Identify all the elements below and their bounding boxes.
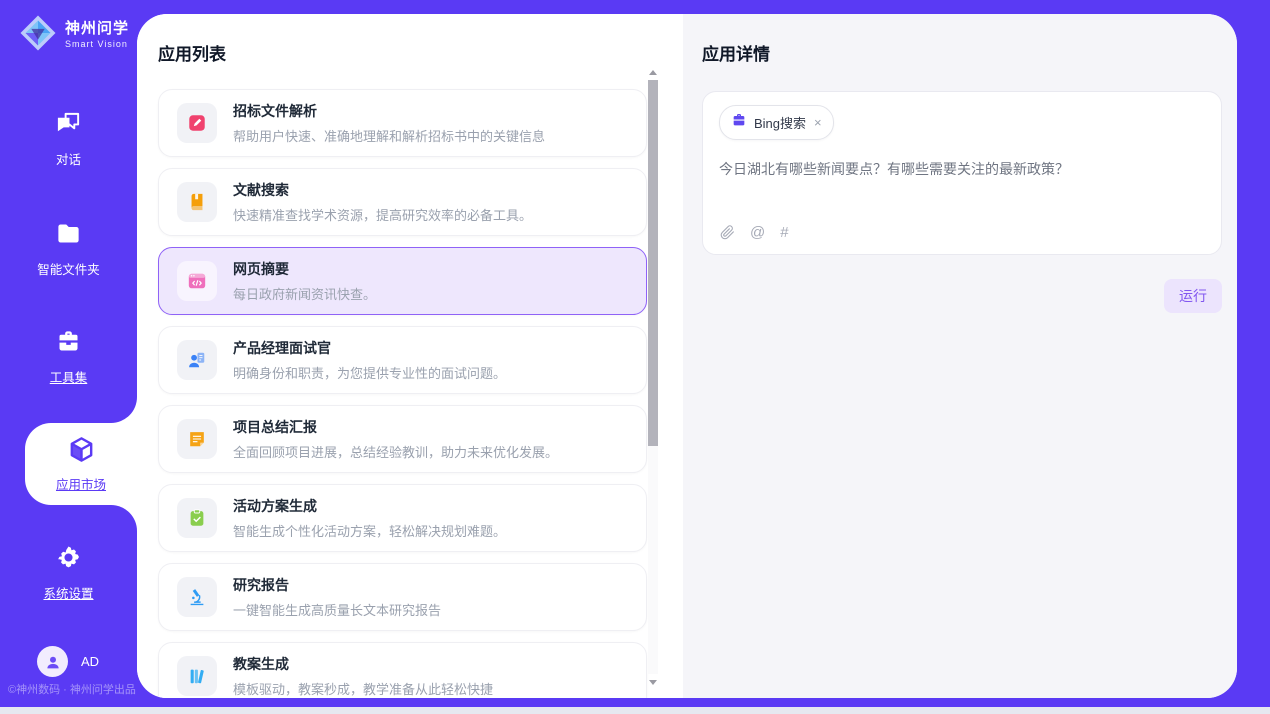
- app-detail-panel: 应用详情 Bing搜索 × 今日湖北有哪些新闻要点？有哪些需要关注的最新政策？: [683, 14, 1237, 698]
- app-card-project-summary[interactable]: 项目总结汇报 全面回顾项目进展，总结经验教训，助力未来优化发展。: [158, 405, 647, 473]
- toolbox-icon: [55, 328, 82, 360]
- sidebar-item-label: 应用市场: [56, 474, 106, 493]
- edit-document-icon: [177, 103, 217, 143]
- books-icon: [177, 656, 217, 696]
- app-list-panel: 应用列表 招标文件解析 帮助用户快速、准确地理解和解析招标书中的关键信息: [137, 14, 683, 698]
- list-scrollbar: [647, 66, 659, 688]
- active-notch-bottom: [111, 505, 137, 531]
- sidebar-item-chat[interactable]: 对话: [0, 110, 137, 168]
- app-card-title: 活动方案生成: [233, 496, 506, 516]
- app-list-title: 应用列表: [158, 40, 683, 65]
- gear-icon: [55, 544, 82, 576]
- brand-logo: 神州问学 Smart Vision: [18, 13, 129, 58]
- app-card-title: 文献搜索: [233, 180, 532, 200]
- interviewer-icon: [177, 340, 217, 380]
- app-card-research-report[interactable]: 研究报告 一键智能生成高质量长文本研究报告: [158, 563, 647, 631]
- app-card-desc: 一键智能生成高质量长文本研究报告: [233, 600, 441, 619]
- page-bottom-strip: [0, 707, 1270, 714]
- user-name: AD: [81, 654, 99, 669]
- app-card-list: 招标文件解析 帮助用户快速、准确地理解和解析招标书中的关键信息 文献搜索 快速精…: [158, 89, 647, 698]
- run-button[interactable]: 运行: [1164, 279, 1222, 313]
- sidebar-item-label: 智能文件夹: [37, 259, 100, 278]
- app-card-lesson-plan[interactable]: 教案生成 模板驱动，教案秒成，教学准备从此轻松快捷: [158, 642, 647, 698]
- app-card-title: 研究报告: [233, 575, 441, 595]
- close-icon[interactable]: ×: [813, 115, 822, 130]
- app-card-desc: 帮助用户快速、准确地理解和解析招标书中的关键信息: [233, 126, 545, 145]
- composer-toolbar: @ #: [720, 224, 789, 241]
- app-card-bid-parse[interactable]: 招标文件解析 帮助用户快速、准确地理解和解析招标书中的关键信息: [158, 89, 647, 157]
- user-account[interactable]: AD: [37, 646, 99, 677]
- folder-icon: [55, 220, 82, 252]
- hashtag-icon[interactable]: #: [780, 224, 788, 241]
- active-notch-top: [111, 397, 137, 423]
- app-card-desc: 快速精准查找学术资源，提高研究效率的必备工具。: [233, 205, 532, 224]
- browser-code-icon: [177, 261, 217, 301]
- tool-tag-bing-search[interactable]: Bing搜索 ×: [719, 105, 834, 140]
- brand-title: 神州问学: [65, 21, 129, 38]
- content-window: 应用列表 招标文件解析 帮助用户快速、准确地理解和解析招标书中的关键信息: [137, 14, 1237, 698]
- briefcase-icon: [731, 112, 747, 133]
- mention-icon[interactable]: @: [750, 224, 765, 241]
- sidebar-item-smart-folder[interactable]: 智能文件夹: [0, 220, 137, 278]
- app-card-web-summary[interactable]: 网页摘要 每日政府新闻资讯快查。: [158, 247, 647, 315]
- avatar: [37, 646, 68, 677]
- app-card-pm-interviewer[interactable]: 产品经理面试官 明确身份和职责，为您提供专业性的面试问题。: [158, 326, 647, 394]
- app-card-desc: 模板驱动，教案秒成，教学准备从此轻松快捷: [233, 679, 493, 698]
- app-card-title: 招标文件解析: [233, 101, 545, 121]
- sidebar-item-label: 对话: [56, 149, 81, 168]
- sidebar-item-label: 工具集: [50, 367, 88, 386]
- diamond-logo-icon: [18, 13, 58, 58]
- sidebar-item-settings[interactable]: 系统设置: [0, 544, 137, 602]
- app-card-title: 教案生成: [233, 654, 493, 674]
- app-card-desc: 明确身份和职责，为您提供专业性的面试问题。: [233, 363, 506, 382]
- brand-subtitle: Smart Vision: [65, 40, 129, 50]
- app-card-desc: 全面回顾项目进展，总结经验教训，助力未来优化发展。: [233, 442, 558, 461]
- scroll-up-icon[interactable]: [647, 66, 659, 78]
- app-card-title: 网页摘要: [233, 259, 376, 279]
- tool-tag-label: Bing搜索: [754, 113, 806, 132]
- cube-icon: [67, 435, 96, 469]
- sidebar-item-app-market[interactable]: 应用市场: [25, 423, 137, 505]
- sidebar-item-toolkit[interactable]: 工具集: [0, 328, 137, 386]
- scroll-down-icon[interactable]: [647, 676, 659, 688]
- query-input[interactable]: 今日湖北有哪些新闻要点？有哪些需要关注的最新政策？: [719, 159, 1205, 179]
- paperclip-icon[interactable]: [720, 225, 735, 240]
- sidebar: 神州问学 Smart Vision 对话 智能文件夹 工具集: [0, 0, 137, 714]
- app-card-literature-search[interactable]: 文献搜索 快速精准查找学术资源，提高研究效率的必备工具。: [158, 168, 647, 236]
- run-row: 运行: [702, 279, 1222, 313]
- clipboard-check-icon: [177, 498, 217, 538]
- chat-icon: [55, 110, 82, 142]
- microscope-icon: [177, 577, 217, 617]
- query-composer: Bing搜索 × 今日湖北有哪些新闻要点？有哪些需要关注的最新政策？ @ #: [702, 91, 1222, 255]
- sidebar-item-label: 系统设置: [43, 583, 93, 602]
- app-card-title: 项目总结汇报: [233, 417, 558, 437]
- app-card-desc: 每日政府新闻资讯快查。: [233, 284, 376, 303]
- book-icon: [177, 182, 217, 222]
- scrollbar-thumb[interactable]: [648, 80, 658, 446]
- app-card-title: 产品经理面试官: [233, 338, 506, 358]
- scrollbar-track[interactable]: [648, 80, 658, 674]
- app-card-event-plan[interactable]: 活动方案生成 智能生成个性化活动方案，轻松解决规划难题。: [158, 484, 647, 552]
- app-detail-title: 应用详情: [702, 40, 1222, 65]
- app-card-desc: 智能生成个性化活动方案，轻松解决规划难题。: [233, 521, 506, 540]
- copyright-footer: ©神州数码 · 神州问学出品: [8, 681, 136, 697]
- note-icon: [177, 419, 217, 459]
